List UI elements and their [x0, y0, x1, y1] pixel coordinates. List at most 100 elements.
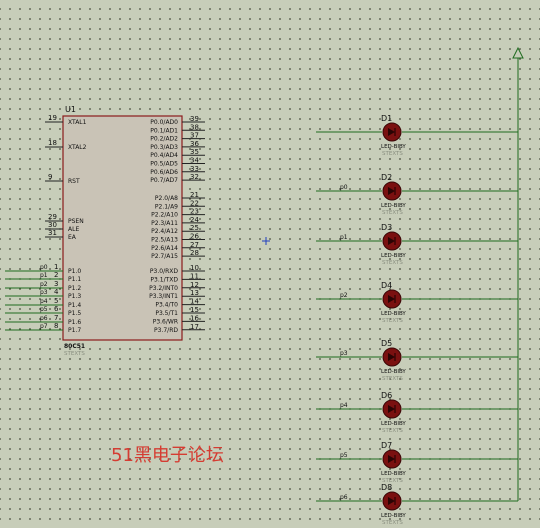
led-type: LED-BIBY: [381, 253, 406, 259]
mcu-pin-label: P0.3/AD3: [150, 144, 178, 151]
mcu-pin-number: 6: [54, 305, 59, 313]
mcu-pin-label: P3.6/WR: [153, 318, 178, 325]
led-type: LED-BIBY: [381, 144, 406, 150]
mcu-pin-number: 30: [48, 221, 57, 229]
mcu-pin-number: 28: [190, 249, 199, 257]
mcu-pin-number: 2: [54, 271, 58, 279]
mcu-pin-number: 29: [48, 213, 57, 221]
mcu-pin-label: P2.2/A10: [151, 212, 178, 219]
mcu-pin-label: P3.0/RXD: [150, 268, 178, 275]
led-ref[interactable]: D3: [381, 223, 392, 232]
mcu-net-label[interactable]: p6: [40, 315, 48, 322]
mcu-pin-number: 8: [54, 322, 58, 330]
mcu-net-label[interactable]: p4: [40, 298, 48, 305]
mcu-net-label[interactable]: p0: [40, 264, 48, 271]
mcu-pin-number: 31: [48, 229, 57, 237]
mcu-pin-number: 37: [190, 132, 199, 140]
mcu-pin-label: P1.2: [68, 285, 81, 292]
mcu-pin-label: P3.1/TXD: [150, 276, 178, 283]
mcu-pin-label: P2.5/A13: [151, 237, 178, 244]
mcu-pin-label: P2.6/A14: [151, 245, 178, 252]
watermark-text: 51黑电子论坛: [111, 445, 224, 466]
mcu-pin-label: P1.3: [68, 293, 81, 300]
mcu-pin-label: P2.7/A15: [151, 253, 178, 260]
mcu-pin-label: P2.3/A11: [151, 220, 178, 227]
mcu-pin-number: 33: [190, 165, 199, 173]
led-sub: STEXTS: [382, 318, 403, 324]
mcu-pin-number: 7: [54, 314, 58, 322]
mcu-pin-number: 17: [190, 323, 199, 331]
mcu-net-label[interactable]: p2: [40, 281, 48, 288]
mcu-pin-label: P1.7: [68, 327, 81, 334]
mcu-pin-number: 15: [190, 306, 199, 314]
mcu-pin-label: P2.4/A12: [151, 228, 178, 235]
mcu-pin-label: PSEN: [68, 218, 84, 225]
mcu-pin-label: P1.6: [68, 319, 81, 326]
mcu-pin-label: P0.1/AD1: [150, 127, 178, 134]
mcu-pin-number: 39: [190, 115, 199, 123]
mcu-pin-label: P3.2/INT0: [149, 285, 178, 292]
led-type: LED-BIBY: [381, 421, 406, 427]
mcu-pin-label: XTAL2: [68, 144, 87, 151]
mcu-pin-label: P2.1/A9: [155, 203, 178, 210]
led-ref[interactable]: D8: [381, 483, 392, 492]
mcu-pin-number: 4: [54, 288, 59, 296]
mcu-pin-number: 25: [190, 224, 199, 232]
mcu-pin-label: P3.7/RD: [154, 327, 178, 334]
led-ref[interactable]: D7: [381, 441, 392, 450]
led-net-label[interactable]: p2: [340, 292, 348, 299]
led-net-label[interactable]: p1: [340, 234, 348, 241]
led-net-label[interactable]: p4: [340, 402, 348, 409]
led-ref[interactable]: D4: [381, 281, 392, 290]
mcu-pin-number: 38: [190, 123, 199, 131]
led-sub: STEXTS: [382, 520, 403, 526]
mcu-pin-number: 16: [190, 314, 199, 322]
led-net-label[interactable]: p5: [340, 452, 348, 459]
mcu-pin-label: XTAL1: [68, 119, 87, 126]
mcu-pin-label: P1.0: [68, 268, 81, 275]
led-type: LED-BIBY: [381, 203, 406, 209]
led-sub: STEXTS: [382, 376, 403, 382]
led-sub: STEXTS: [382, 210, 403, 216]
mcu-net-label[interactable]: p7: [40, 323, 48, 330]
led-net-label[interactable]: p3: [340, 350, 348, 357]
led-sub: STEXTS: [382, 260, 403, 266]
mcu-pin-label: P1.5: [68, 310, 81, 317]
mcu-pin-number: 23: [190, 208, 199, 216]
mcu-pin-label: P3.5/T1: [155, 310, 178, 317]
mcu-pin-number: 19: [48, 114, 57, 122]
mcu-pin-number: 32: [190, 173, 199, 181]
led-ref[interactable]: D1: [381, 114, 392, 123]
mcu-pin-number: 26: [190, 233, 199, 241]
mcu-net-label[interactable]: p3: [40, 289, 48, 296]
mcu-pin-number: 22: [190, 199, 199, 207]
mcu-pin-label: P0.4/AD4: [150, 152, 178, 159]
led-sub: STEXTS: [382, 428, 403, 434]
mcu-pin-label: P3.4/T0: [155, 302, 178, 309]
led-ref[interactable]: D6: [381, 391, 392, 400]
mcu-pin-number: 11: [190, 272, 199, 280]
led-net-label[interactable]: p6: [340, 494, 348, 501]
mcu-pin-number: 13: [190, 289, 199, 297]
led-type: LED-BIBY: [381, 471, 406, 477]
mcu-net-label[interactable]: p5: [40, 306, 48, 313]
schematic-canvas[interactable]: U180C51STEXTS19XTAL118XTAL29RST29PSEN30A…: [0, 0, 540, 528]
led-ref[interactable]: D5: [381, 339, 392, 348]
mcu-sub: STEXTS: [64, 351, 85, 357]
led-net-label[interactable]: p0: [340, 184, 348, 191]
mcu-pin-label: P0.7/AD7: [150, 177, 178, 184]
mcu-pin-number: 18: [48, 139, 57, 147]
led-type: LED-BIBY: [381, 369, 406, 375]
mcu-net-label[interactable]: p1: [40, 272, 48, 279]
mcu-pin-label: P3.3/INT1: [149, 293, 178, 300]
mcu-part: 80C51: [64, 343, 85, 350]
led-ref[interactable]: D2: [381, 173, 392, 182]
mcu-pin-label: P2.0/A8: [155, 195, 178, 202]
mcu-pin-number: 27: [190, 241, 199, 249]
mcu-pin-label: P0.5/AD5: [150, 161, 178, 168]
mcu-pin-number: 1: [54, 263, 58, 271]
mcu-pin-label: RST: [68, 178, 80, 185]
power-arrow-icon: [512, 46, 524, 59]
mcu-ref[interactable]: U1: [65, 105, 76, 114]
cursor-cross-icon: [262, 237, 270, 245]
